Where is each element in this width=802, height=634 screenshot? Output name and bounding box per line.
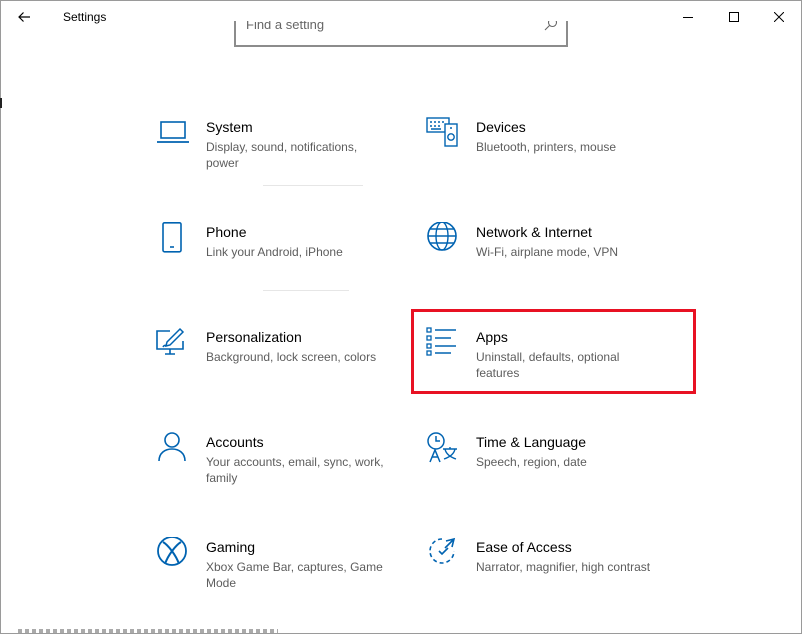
- window-title: Settings: [63, 10, 107, 24]
- person-icon: [158, 432, 186, 462]
- category-time-language[interactable]: Time & Language Speech, region, date: [426, 432, 696, 512]
- category-name: Phone: [206, 224, 247, 240]
- category-network-internet[interactable]: Network & Internet Wi-Fi, airplane mode,…: [426, 222, 696, 302]
- paint-monitor-icon: [156, 327, 185, 355]
- maximize-button[interactable]: [711, 1, 757, 33]
- minimize-icon: [683, 17, 693, 18]
- category-name: Time & Language: [476, 434, 586, 450]
- category-description: Narrator, magnifier, high contrast: [476, 560, 651, 574]
- category-name: Ease of Access: [476, 539, 572, 555]
- category-name: Gaming: [206, 539, 256, 555]
- time-language-icon: [427, 432, 457, 463]
- globe-icon: [427, 222, 457, 251]
- category-name: Network & Internet: [476, 224, 592, 240]
- category-personalization[interactable]: Personalization Background, lock screen,…: [156, 327, 426, 407]
- category-description: Xbox Game Bar, captures, Game Mode: [206, 560, 383, 590]
- category-accounts[interactable]: Accounts Your accounts, email, sync, wor…: [156, 432, 426, 512]
- close-button[interactable]: [757, 1, 801, 33]
- search-box[interactable]: [234, 21, 568, 47]
- category-description: Wi-Fi, airplane mode, VPN: [476, 245, 619, 259]
- maximize-icon: [729, 12, 739, 22]
- divider: [263, 290, 349, 291]
- category-description: Your accounts, email, sync, work, family: [206, 455, 384, 485]
- category-description: Display, sound, notifications, power: [206, 140, 358, 170]
- window-edge-mark: [0, 98, 2, 108]
- divider: [263, 185, 363, 186]
- close-icon: [774, 12, 784, 22]
- keyboard-speaker-icon: [426, 117, 458, 147]
- category-ease-of-access[interactable]: Ease of Access Narrator, magnifier, high…: [426, 537, 696, 617]
- laptop-icon: [157, 121, 189, 143]
- category-name: Accounts: [206, 434, 264, 450]
- highlight-box: [411, 309, 696, 394]
- category-description: Bluetooth, printers, mouse: [476, 140, 617, 154]
- background-text-fragment: [18, 629, 278, 633]
- search-input[interactable]: [246, 21, 526, 35]
- category-name: Devices: [476, 119, 526, 135]
- category-description: Background, lock screen, colors: [206, 350, 377, 364]
- ease-of-access-icon: [429, 537, 456, 564]
- back-arrow-icon: [18, 12, 30, 22]
- category-devices[interactable]: Devices Bluetooth, printers, mouse: [426, 117, 696, 197]
- xbox-icon: [157, 537, 187, 566]
- settings-window: Settings System Display, sound, notifica…: [0, 0, 802, 634]
- minimize-button[interactable]: [665, 1, 711, 33]
- category-name: System: [206, 119, 253, 135]
- phone-icon: [162, 222, 182, 253]
- back-button[interactable]: [1, 1, 47, 33]
- category-description: Speech, region, date: [476, 455, 587, 469]
- search-icon: [544, 21, 558, 31]
- category-gaming[interactable]: Gaming Xbox Game Bar, captures, Game Mod…: [156, 537, 426, 617]
- category-description: Link your Android, iPhone: [206, 245, 343, 259]
- category-name: Personalization: [206, 329, 302, 345]
